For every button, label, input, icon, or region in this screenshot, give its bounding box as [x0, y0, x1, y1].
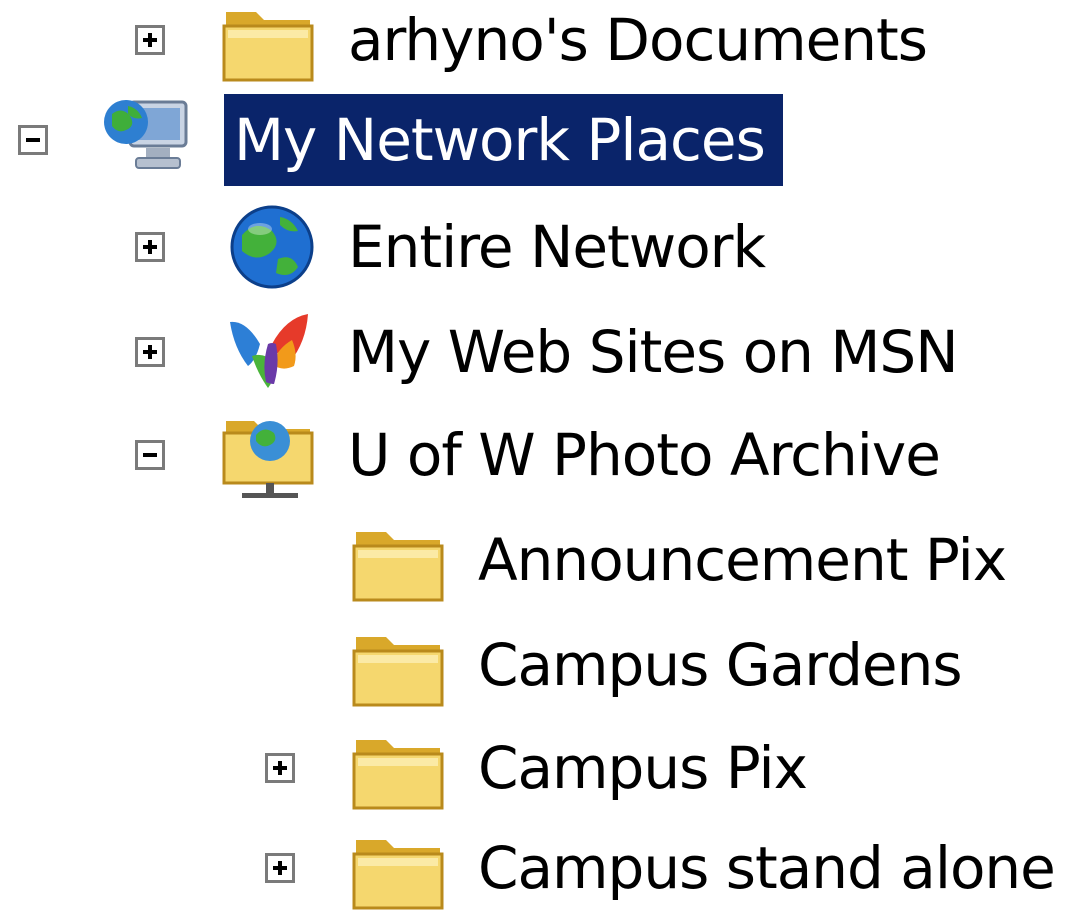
expand-plus-icon[interactable] [135, 337, 165, 367]
tree-item-announcement-pix[interactable]: Announcement Pix [0, 510, 1072, 610]
tree-item-label: Campus Pix [478, 734, 808, 802]
tree-item-label: Announcement Pix [478, 526, 1007, 594]
tree-item-label: My Web Sites on MSN [348, 318, 959, 386]
tree-item-label: Campus Gardens [478, 631, 963, 699]
tree-item-label: My Network Places [224, 94, 783, 186]
expand-plus-icon[interactable] [135, 25, 165, 55]
tree-item-entire-network[interactable]: Entire Network [0, 197, 1072, 297]
expand-plus-icon[interactable] [265, 853, 295, 883]
tree-item-campus-pix[interactable]: Campus Pix [0, 718, 1072, 818]
tree-item-label: U of W Photo Archive [348, 421, 941, 489]
expand-plus-icon[interactable] [265, 753, 295, 783]
tree-item-u-of-w-photo-archive[interactable]: U of W Photo Archive [0, 405, 1072, 505]
tree-item-campus-gardens[interactable]: Campus Gardens [0, 615, 1072, 715]
tree-item-arhynos-documents[interactable]: arhyno's Documents [0, 0, 1072, 90]
tree-item-my-web-sites-on-msn[interactable]: My Web Sites on MSN [0, 302, 1072, 402]
tree-item-label: Campus stand alone [478, 834, 1056, 902]
folder-icon [350, 720, 446, 816]
tree-item-my-network-places[interactable]: My Network Places [0, 90, 1072, 190]
network-folder-icon [220, 407, 316, 503]
network-places-icon [100, 92, 196, 188]
globe-icon [222, 199, 318, 295]
msn-butterfly-icon [222, 304, 318, 400]
tree-item-label: arhyno's Documents [348, 6, 928, 74]
folder-icon [350, 820, 446, 916]
folder-icon [350, 617, 446, 713]
tree-item-campus-stand-alone[interactable]: Campus stand alone [0, 818, 1072, 918]
tree-item-label: Entire Network [348, 213, 766, 281]
folder-icon [350, 512, 446, 608]
folder-icon [220, 0, 316, 88]
expand-plus-icon[interactable] [135, 232, 165, 262]
collapse-minus-icon[interactable] [18, 125, 48, 155]
collapse-minus-icon[interactable] [135, 440, 165, 470]
folder-tree: arhyno's Documents My Network Places Ent… [0, 0, 1072, 910]
